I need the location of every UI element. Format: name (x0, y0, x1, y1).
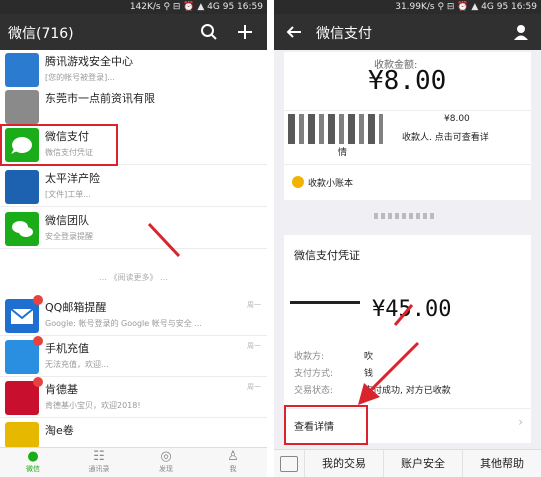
footer-other-help[interactable]: 其他帮助 (462, 450, 541, 477)
chat-row[interactable]: 肯德基 肯德基小宝贝，欢迎2018! 周一 (0, 377, 267, 418)
footer-my-transactions[interactable]: 我的交易 (304, 450, 383, 477)
chat-row[interactable]: 微信团队 安全登录提醒 (0, 209, 267, 249)
profile-icon[interactable] (509, 20, 533, 44)
contacts-icon: ☷ (93, 449, 105, 464)
tab-label: 通讯录 (88, 465, 110, 473)
mail-avatar (5, 299, 39, 333)
tab-chats[interactable]: ● 微信 (0, 448, 66, 477)
chat-row[interactable]: QQ邮箱提醒 Google: 帐号登录的 Google 帐号与安全 ... 周一 (0, 295, 267, 336)
avatar (5, 212, 39, 246)
chat-name: 手机充值 (45, 342, 89, 355)
ledger-icon (292, 176, 304, 188)
bottom-tab-bar: ● 微信 ☷ 通讯录 ◎ 发现 ♙ 我 (0, 447, 267, 477)
detail-text-2: 情 (338, 148, 348, 158)
chat-message: [您的帐号被登录]... (45, 73, 115, 82)
chat-name: 微信团队 (45, 214, 89, 227)
chat-time: 周一 (247, 301, 261, 309)
pay-footer-menu: 我的交易 账户安全 其他帮助 (274, 449, 541, 477)
page-title: 微信(716) (8, 26, 74, 42)
chat-time: 周一 (247, 342, 261, 350)
right-screenshot: 31.99K/s ⚲ ⊟ ⏰ ▲ 4G 95 16:59 微信支付 收款金额: … (274, 0, 541, 477)
chat-name: QQ邮箱提醒 (45, 301, 107, 314)
person-icon: ♙ (227, 449, 239, 464)
left-screenshot: 142K/s ⚲ ⊟ ⏰ ▲ 4G 95 16:59 微信(716) 腾讯游戏安… (0, 0, 267, 477)
row-label: 交易状态: (294, 386, 334, 396)
divider (284, 110, 531, 111)
voucher-title: 微信支付凭证 (294, 249, 360, 262)
avatar (5, 422, 39, 448)
search-icon[interactable] (197, 20, 221, 44)
chat-name: 太平洋产险 (45, 172, 100, 185)
highlight-box (0, 124, 118, 166)
unread-badge (33, 336, 43, 346)
footer-account-security[interactable]: 账户安全 (383, 450, 462, 477)
chat-name: 腾讯游戏安全中心 (45, 55, 133, 68)
status-bar: 142K/s ⚲ ⊟ ⏰ ▲ 4G 95 16:59 (0, 0, 267, 14)
compass-icon: ◎ (160, 449, 172, 464)
status-text: 31.99K/s ⚲ ⊟ ⏰ ▲ 4G 95 16:59 (395, 2, 537, 12)
plus-icon[interactable] (233, 20, 257, 44)
chat-time: 周一 (247, 383, 261, 391)
chat-row[interactable]: 东莞市一点前资讯有限 (0, 87, 267, 127)
tab-discover[interactable]: ◎ 发现 (133, 448, 199, 477)
status-text: 142K/s ⚲ ⊟ ⏰ ▲ 4G 95 16:59 (129, 2, 263, 12)
receipt-card: 收款金额: ¥8.00 ¥8.00 收款人. 点击可查看详 情 收款小账本 (284, 52, 531, 200)
chat-icon: ● (27, 449, 39, 464)
redacted-block (288, 114, 383, 144)
chat-message: Google: 帐号登录的 Google 帐号与安全 ... (45, 319, 202, 328)
avatar (5, 90, 39, 124)
chat-row[interactable]: 淘e卷 (0, 419, 267, 449)
phone-avatar (5, 340, 39, 374)
chat-message: 肯德基小宝贝，欢迎2018! (45, 401, 141, 410)
tab-label: 发现 (159, 465, 173, 473)
chevron-right-icon: › (518, 415, 523, 429)
status-bar: 31.99K/s ⚲ ⊟ ⏰ ▲ 4G 95 16:59 (274, 0, 541, 14)
chat-row[interactable]: 手机充值 无法充值，欢迎... 周一 (0, 336, 267, 377)
kfc-avatar (5, 381, 39, 415)
tab-contacts[interactable]: ☷ 通讯录 (66, 448, 132, 477)
detail-amount: ¥8.00 (444, 114, 470, 124)
divider (284, 164, 531, 165)
chat-row[interactable]: 太平洋产险 [文件]工单... (0, 167, 267, 207)
highlight-box (284, 405, 368, 445)
row-label: 支付方式: (294, 369, 334, 379)
tab-me[interactable]: ♙ 我 (200, 448, 266, 477)
amount-value: ¥8.00 (368, 66, 447, 96)
chat-name: 淘e卷 (45, 424, 74, 437)
row-label: 收款方: (294, 352, 325, 362)
chat-name: 肯德基 (45, 383, 78, 396)
ledger-link[interactable]: 收款小账本 (308, 176, 353, 189)
chat-message: 无法充值，欢迎... (45, 360, 109, 369)
chat-name: 东莞市一点前资讯有限 (45, 92, 155, 105)
detail-text: 收款人. 点击可查看详 (402, 133, 489, 143)
timestamp-placeholder (374, 213, 434, 219)
chat-row[interactable]: 腾讯游戏安全中心 [您的帐号被登录]... (0, 50, 267, 90)
page-title: 微信支付 (316, 26, 372, 42)
back-arrow-icon[interactable] (282, 20, 306, 44)
redacted-line (290, 301, 360, 304)
avatar (5, 53, 39, 87)
unread-badge (33, 377, 43, 387)
keyboard-icon[interactable] (280, 456, 298, 472)
unread-badge (33, 295, 43, 305)
red-slash-mark (147, 222, 181, 258)
red-slash-mark (393, 304, 414, 326)
wechat-pay-header: 微信支付 (274, 14, 541, 50)
tab-label: 我 (229, 465, 237, 473)
chat-message: [文件]工单... (45, 190, 91, 199)
tab-label: 微信 (26, 465, 40, 473)
avatar (5, 170, 39, 204)
chat-message: 安全登录提醒 (45, 232, 93, 241)
divider-text: … 《阅读更多》 … (98, 273, 169, 282)
red-arrow (358, 341, 420, 405)
wechat-header: 微信(716) (0, 14, 267, 50)
